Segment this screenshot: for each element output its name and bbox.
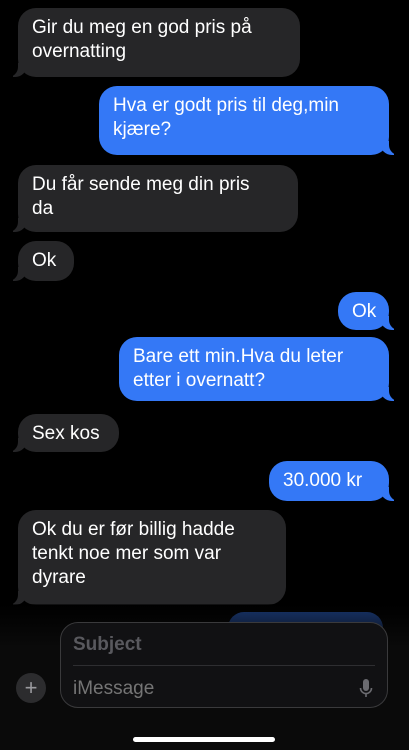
add-attachment-button[interactable]: + (16, 673, 46, 703)
message-bubble-incoming[interactable]: Sex kos (8, 414, 119, 452)
microphone-icon[interactable] (359, 679, 373, 699)
message-composer[interactable]: Subject (60, 622, 388, 708)
message-bubble-outgoing[interactable]: Hva er godt pris til deg,min kjære? (99, 86, 399, 155)
composer-divider (73, 665, 375, 666)
message-bubble-incoming[interactable]: Ok du er før billig hadde tenkt noe mer … (8, 510, 286, 605)
message-bubble-outgoing[interactable]: Ok (338, 292, 399, 330)
message-bubble-outgoing[interactable]: Bare ett min.Hva du leter etter i overna… (119, 337, 399, 401)
message-bubble-incoming[interactable]: Du får sende meg din pris da (8, 165, 298, 232)
message-input[interactable] (73, 677, 343, 701)
message-bubble-outgoing[interactable]: 30.000 kr (269, 461, 399, 501)
home-indicator (133, 737, 275, 742)
subject-field[interactable]: Subject (73, 633, 373, 657)
message-bubble-incoming[interactable]: Ok (8, 241, 74, 281)
message-bubble-incoming[interactable]: Gir du meg en god pris på overnatting (8, 8, 300, 77)
plus-icon: + (24, 675, 38, 700)
